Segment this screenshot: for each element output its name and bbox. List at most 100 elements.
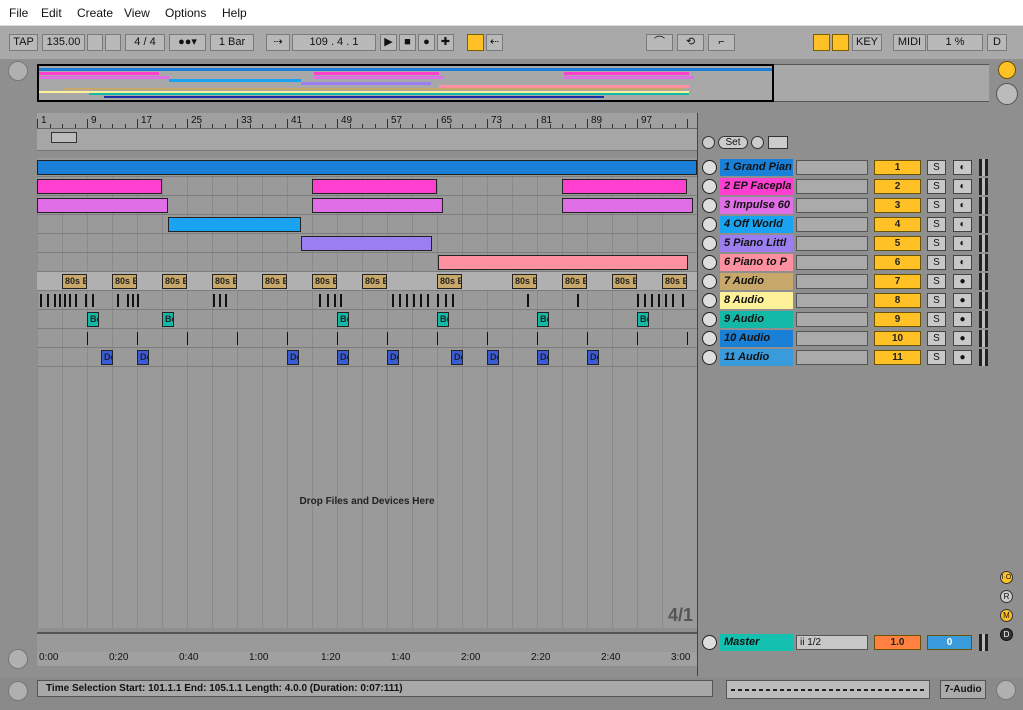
clip-80s-audio[interactable]: 80s E xyxy=(312,274,337,289)
track-io-box[interactable] xyxy=(796,312,868,327)
clip-be-audio[interactable]: Be xyxy=(337,312,349,327)
track-number[interactable]: 1 xyxy=(874,160,921,175)
clip-ep[interactable] xyxy=(312,179,437,194)
nudge-down-icon[interactable] xyxy=(87,34,103,51)
master-volume[interactable]: 1.0 xyxy=(874,635,921,650)
track-number[interactable]: 3 xyxy=(874,198,921,213)
menu-file[interactable]: File xyxy=(9,6,28,20)
track-row[interactable]: 5 Piano Littl 5 S ◐ xyxy=(700,234,990,253)
clip-80s-audio[interactable]: 80s E xyxy=(512,274,537,289)
clip-impulse[interactable] xyxy=(312,198,443,213)
delay-toggle-button[interactable]: D xyxy=(1000,628,1013,641)
track-io-box[interactable] xyxy=(796,217,868,232)
master-name[interactable]: Master xyxy=(720,634,793,651)
lock-icon[interactable] xyxy=(768,136,788,149)
track-number[interactable]: 5 xyxy=(874,236,921,251)
midi-map-button[interactable]: MIDI xyxy=(893,34,926,51)
track-number[interactable]: 4 xyxy=(874,217,921,232)
track-io-box[interactable] xyxy=(796,179,868,194)
track-play-icon[interactable] xyxy=(702,217,717,232)
track-row[interactable]: 9 Audio 9 S ● xyxy=(700,310,990,329)
beat-ruler[interactable]: 1 9 17 25 33 41 49 57 65 73 81 89 97 xyxy=(37,113,697,129)
clip-80s-audio[interactable]: 80s E xyxy=(162,274,187,289)
master-pan[interactable]: 0 xyxy=(927,635,972,650)
track-number[interactable]: 6 xyxy=(874,255,921,270)
clip-de-audio[interactable]: De xyxy=(487,350,499,365)
track-row[interactable]: 7 Audio 7 S ● xyxy=(700,272,990,291)
track-name[interactable]: 11 Audio xyxy=(720,349,793,366)
track-name[interactable]: 7 Audio xyxy=(720,273,793,290)
clip-be-audio[interactable]: Be xyxy=(437,312,449,327)
back-to-arrangement-icon[interactable]: ⇠ xyxy=(486,34,503,51)
lane-4[interactable] xyxy=(37,215,697,234)
menu-view[interactable]: View xyxy=(124,6,150,20)
clip-de-audio[interactable]: De xyxy=(137,350,149,365)
clip-de-audio[interactable]: De xyxy=(287,350,299,365)
arm-button[interactable]: ◐ xyxy=(953,179,972,194)
punch-icon[interactable]: ⌐ xyxy=(708,34,735,51)
arm-button[interactable]: ● xyxy=(953,331,972,346)
arm-button[interactable]: ● xyxy=(953,350,972,365)
track-name[interactable]: 2 EP Facepla xyxy=(720,178,793,195)
clip-80s-audio[interactable]: 80s E xyxy=(662,274,687,289)
clip-piano-little[interactable] xyxy=(301,236,432,251)
track-name[interactable]: 1 Grand Pian xyxy=(720,159,793,176)
clip-off-world[interactable] xyxy=(168,217,301,232)
track-name[interactable]: 8 Audio xyxy=(720,292,793,309)
clip-be-audio[interactable]: Be xyxy=(637,312,649,327)
clip-80s-audio[interactable]: 80s E xyxy=(437,274,462,289)
track-row[interactable]: 4 Off World 4 S ◐ xyxy=(700,215,990,234)
clip-de-audio[interactable]: De xyxy=(337,350,349,365)
time-ruler[interactable]: 0:00 0:20 0:40 1:00 1:20 1:40 2:00 2:20 … xyxy=(37,652,697,666)
track-io-box[interactable] xyxy=(796,160,868,175)
track-row[interactable]: 1 Grand Pian 1 S ◐ xyxy=(700,158,990,177)
track-number[interactable]: 11 xyxy=(874,350,921,365)
set-locator-button[interactable]: Set xyxy=(718,136,748,149)
solo-button[interactable]: S xyxy=(927,217,946,232)
track-io-box[interactable] xyxy=(796,331,868,346)
clip-80s-audio[interactable]: 80s E xyxy=(562,274,587,289)
track-row[interactable]: 11 Audio 11 S ● xyxy=(700,348,990,367)
detail-toggle-icon[interactable] xyxy=(996,680,1016,700)
solo-button[interactable]: S xyxy=(927,198,946,213)
clip-grand-piano[interactable] xyxy=(37,160,697,175)
automation-arm-icon[interactable] xyxy=(467,34,484,51)
track-number[interactable]: 7 xyxy=(874,274,921,289)
clip-80s-audio[interactable]: 80s E xyxy=(262,274,287,289)
quantize-select[interactable]: 1 Bar xyxy=(210,34,254,51)
nudge-up-icon[interactable] xyxy=(105,34,121,51)
loop-icon[interactable]: ⟲ xyxy=(677,34,704,51)
track-play-icon[interactable] xyxy=(702,274,717,289)
arm-button[interactable]: ◐ xyxy=(953,217,972,232)
session-view-icon[interactable] xyxy=(998,61,1016,79)
draw-curve-icon[interactable]: ⌒ xyxy=(646,34,673,51)
track-name[interactable]: 6 Piano to P xyxy=(720,254,793,271)
clip-80s-audio[interactable]: 80s E xyxy=(62,274,87,289)
info-toggle-icon[interactable] xyxy=(8,681,28,701)
solo-button[interactable]: S xyxy=(927,350,946,365)
track-play-icon[interactable] xyxy=(702,255,717,270)
solo-button[interactable]: S xyxy=(927,179,946,194)
arm-button[interactable]: ● xyxy=(953,293,972,308)
track-name[interactable]: 10 Audio xyxy=(720,330,793,347)
position-field[interactable]: 109 . 4 . 1 xyxy=(292,34,376,51)
track-play-icon[interactable] xyxy=(702,331,717,346)
clip-80s-audio[interactable]: 80s E xyxy=(362,274,387,289)
track-play-icon[interactable] xyxy=(702,350,717,365)
track-io-box[interactable] xyxy=(796,198,868,213)
clip-80s-audio[interactable]: 80s E xyxy=(112,274,137,289)
metronome-icon[interactable]: ●●▾ xyxy=(169,34,206,51)
lane-9[interactable]: Be Be Be Be Be Be xyxy=(37,310,697,329)
clip-de-audio[interactable]: De xyxy=(537,350,549,365)
track-number[interactable]: 10 xyxy=(874,331,921,346)
clip-impulse[interactable] xyxy=(562,198,693,213)
track-io-box[interactable] xyxy=(796,350,868,365)
arm-button[interactable]: ◐ xyxy=(953,160,972,175)
track-play-icon[interactable] xyxy=(702,160,717,175)
help-view-icon[interactable] xyxy=(8,649,28,669)
track-io-box[interactable] xyxy=(796,274,868,289)
arrangement-view-icon[interactable] xyxy=(996,83,1018,105)
keyboard-icon[interactable] xyxy=(832,34,849,51)
mixer-toggle-button[interactable]: M xyxy=(1000,609,1013,622)
track-row[interactable]: 10 Audio 10 S ● xyxy=(700,329,990,348)
